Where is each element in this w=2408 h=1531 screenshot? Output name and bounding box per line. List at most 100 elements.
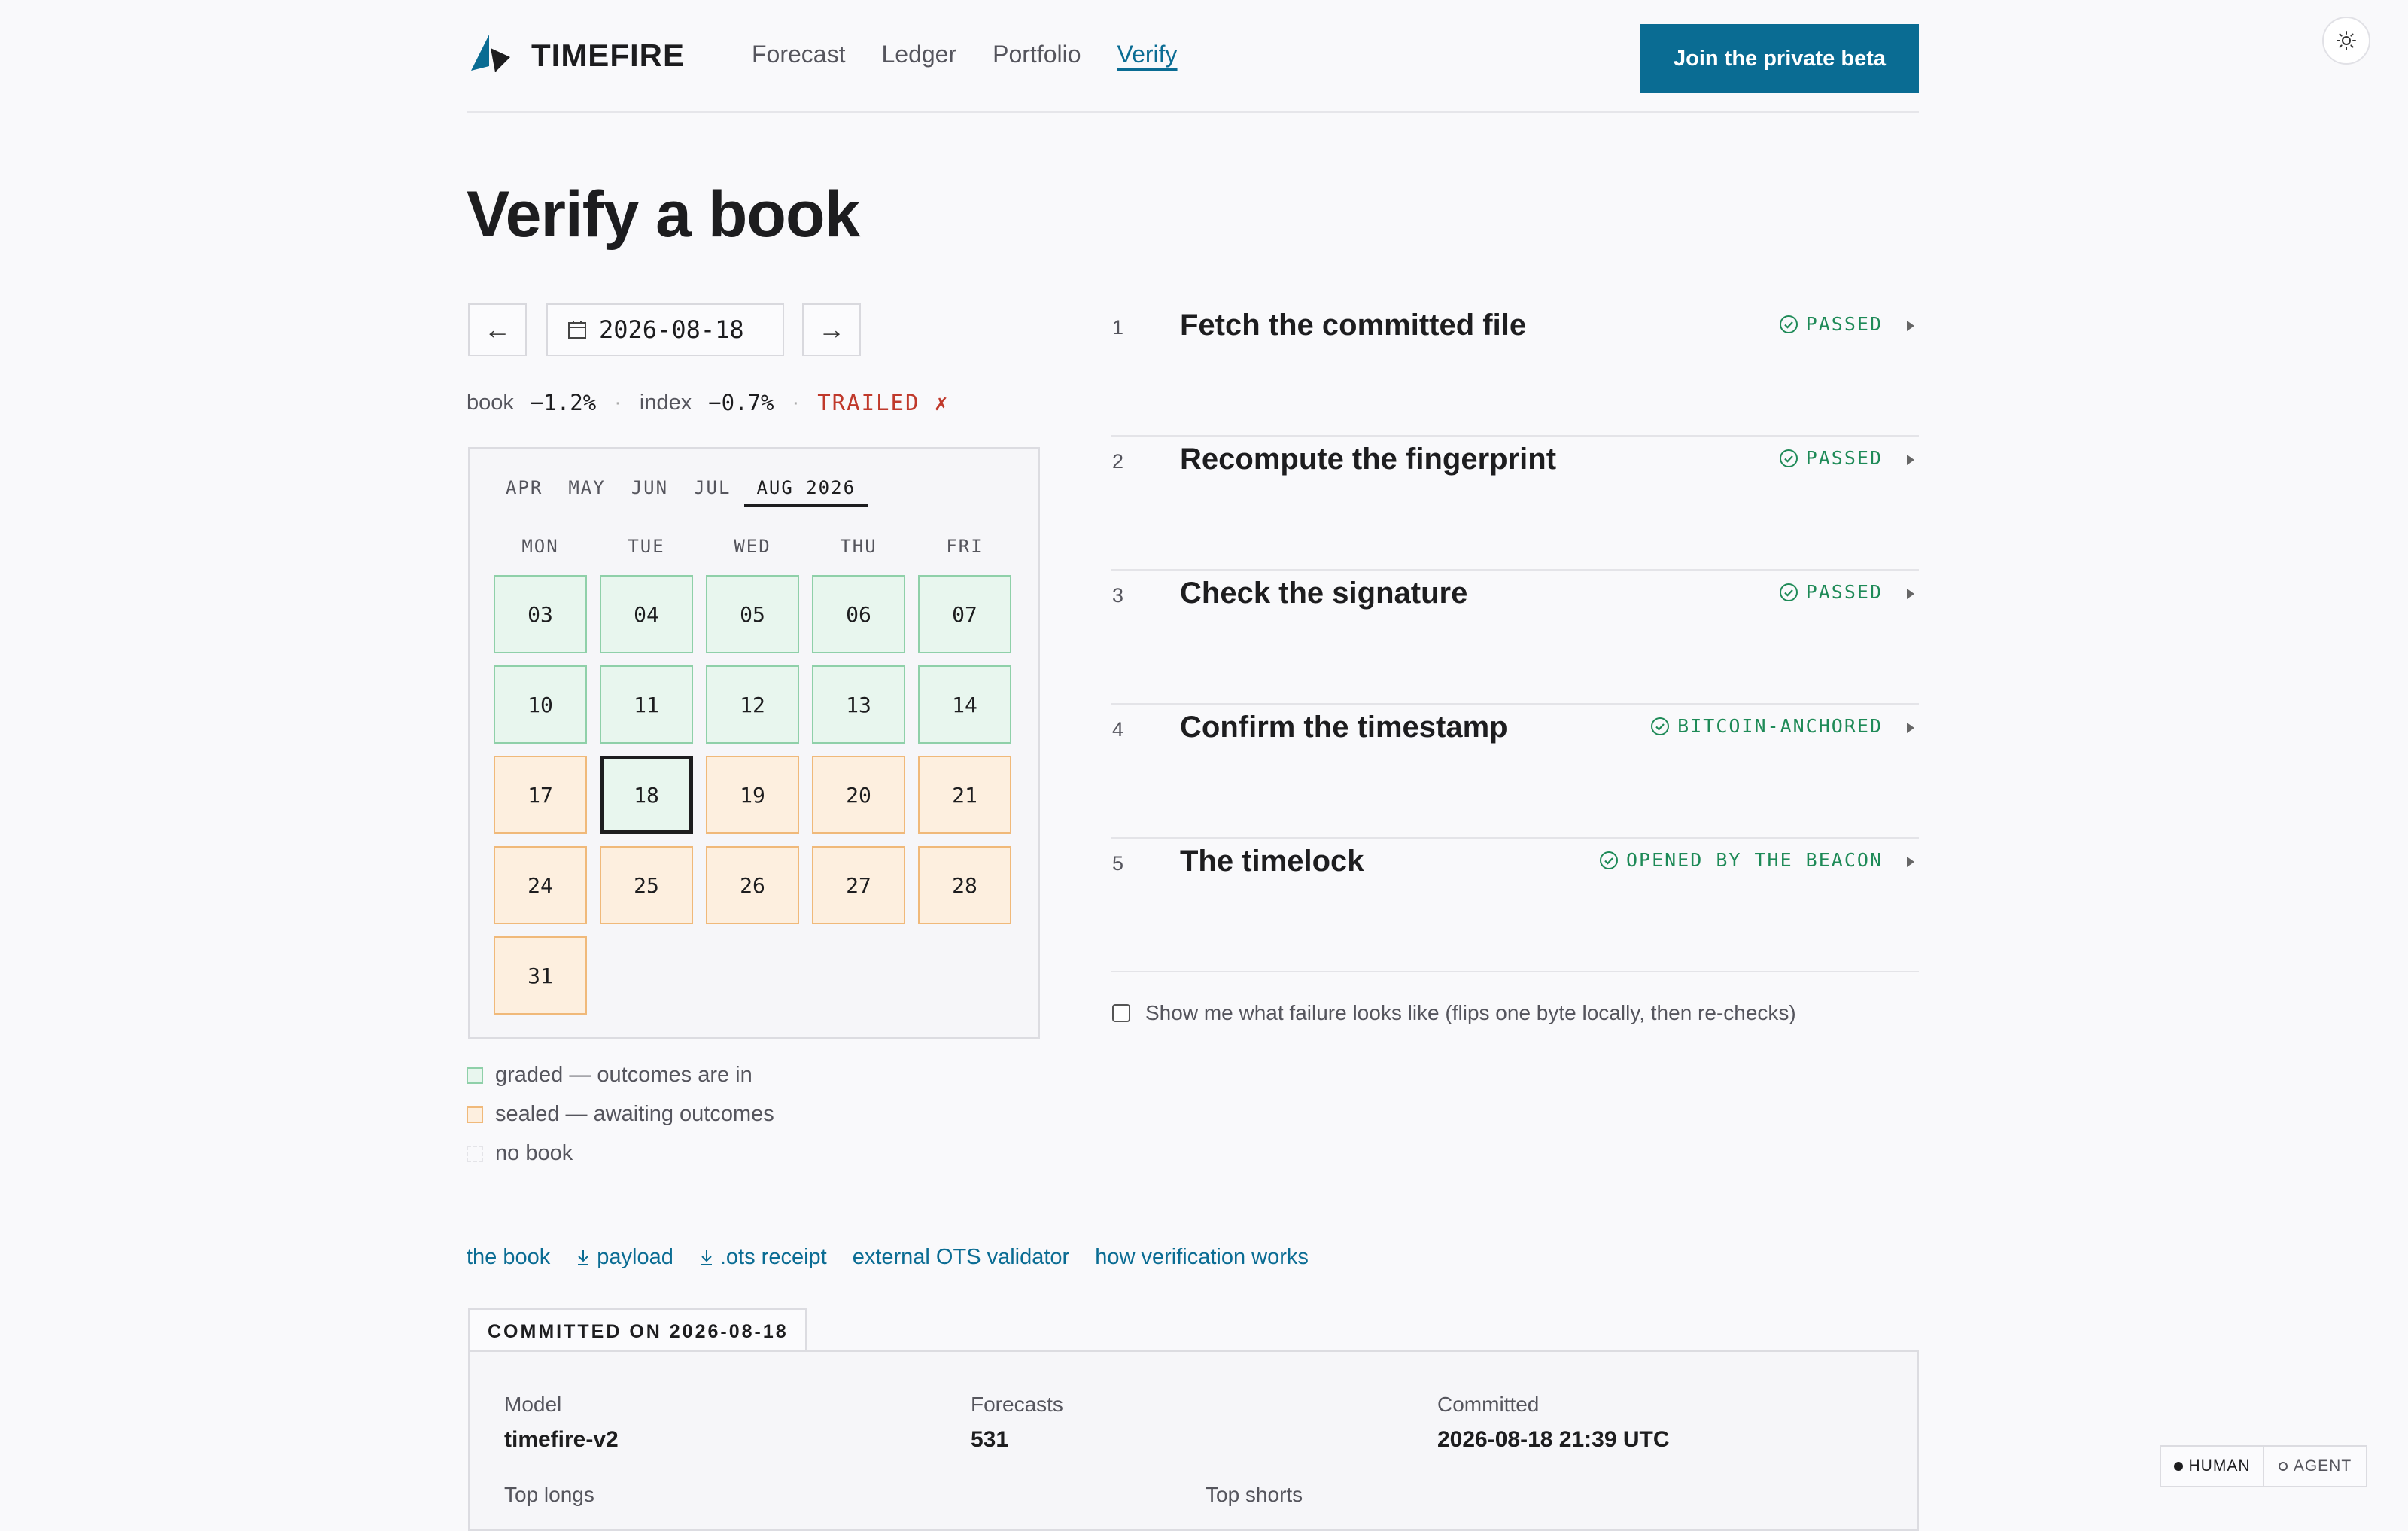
link-label: .ots receipt xyxy=(719,1245,827,1269)
calendar-day[interactable]: 14 xyxy=(918,665,1011,744)
index-label: index xyxy=(639,390,692,415)
expand-caret-icon[interactable] xyxy=(1907,857,1914,867)
calendar-day[interactable]: 03 xyxy=(494,575,587,653)
nav-verify[interactable]: Verify xyxy=(1117,41,1178,68)
link-external-validator[interactable]: external OTS validator xyxy=(853,1245,1070,1270)
step-title: Check the signature xyxy=(1180,577,1468,610)
verify-step[interactable]: 5 The timelock OPENED BY THE BEACON xyxy=(1111,839,1919,972)
step-number: 1 xyxy=(1112,316,1124,339)
calendar-day[interactable]: 11 xyxy=(600,665,693,744)
failure-demo-toggle[interactable]: Show me what failure looks like (flips o… xyxy=(1112,1001,1796,1025)
calendar-day[interactable]: 27 xyxy=(812,846,905,924)
calendar-day[interactable]: 10 xyxy=(494,665,587,744)
join-beta-button[interactable]: Join the private beta xyxy=(1640,24,1919,93)
weekday-header: THU xyxy=(840,536,877,557)
calendar-day[interactable]: 24 xyxy=(494,846,587,924)
expand-caret-icon[interactable] xyxy=(1907,455,1914,465)
sealed-swatch xyxy=(467,1106,483,1123)
forecasts-label: Forecasts xyxy=(971,1393,1063,1416)
calendar-day[interactable]: 05 xyxy=(706,575,799,653)
check-circle-icon xyxy=(1779,583,1798,601)
verify-step[interactable]: 2 Recompute the fingerprint PASSED xyxy=(1111,437,1919,571)
calendar-day[interactable]: 21 xyxy=(918,756,1011,834)
status-label: PASSED xyxy=(1805,581,1883,603)
committed-value: 2026-08-18 21:39 UTC xyxy=(1437,1427,1670,1452)
legend-label: graded — outcomes are in xyxy=(495,1063,752,1087)
index-value: −0.7% xyxy=(708,390,774,415)
committed-tab[interactable]: COMMITTED ON 2026-08-18 xyxy=(468,1308,807,1353)
theme-toggle-button[interactable] xyxy=(2322,17,2370,65)
result-badge: TRAILED ✗ xyxy=(817,390,950,415)
calendar-day[interactable]: 13 xyxy=(812,665,905,744)
calendar-day[interactable]: 20 xyxy=(812,756,905,834)
agent-mode-button[interactable]: AGENT xyxy=(2264,1447,2366,1486)
book-summary: book −1.2% · index −0.7% · TRAILED ✗ xyxy=(467,390,949,415)
nav-forecast[interactable]: Forecast xyxy=(752,41,845,68)
book-calendar: APR MAY JUN JUL AUG 2026 MON TUE WED THU FRI… xyxy=(468,447,1040,1039)
status-label: PASSED xyxy=(1805,447,1883,469)
expand-caret-icon[interactable] xyxy=(1907,321,1914,331)
expand-caret-icon[interactable] xyxy=(1907,723,1914,733)
verify-step[interactable]: 1 Fetch the committed file PASSED xyxy=(1111,303,1919,437)
link-label: payload xyxy=(597,1245,673,1269)
separator: · xyxy=(614,390,622,415)
date-value: 2026-08-18 xyxy=(599,315,744,344)
step-title: Fetch the committed file xyxy=(1180,309,1527,342)
calendar-day[interactable]: 04 xyxy=(600,575,693,653)
month-tab[interactable]: JUN xyxy=(631,477,668,507)
nav-portfolio[interactable]: Portfolio xyxy=(993,41,1081,68)
month-tab[interactable]: APR xyxy=(506,477,543,507)
weekday-header: MON xyxy=(521,536,559,557)
step-status: PASSED xyxy=(1779,581,1883,603)
step-status: BITCOIN-ANCHORED xyxy=(1650,715,1883,737)
failure-checkbox[interactable] xyxy=(1112,1004,1130,1022)
link-the-book[interactable]: the book xyxy=(467,1245,550,1270)
check-circle-icon xyxy=(1779,449,1798,467)
top-shorts-label: Top shorts xyxy=(1206,1483,1303,1506)
verify-step[interactable]: 3 Check the signature PASSED xyxy=(1111,571,1919,705)
calendar-day[interactable]: 25 xyxy=(600,846,693,924)
no-book-swatch xyxy=(467,1145,483,1162)
nav-ledger[interactable]: Ledger xyxy=(881,41,956,68)
calendar-day[interactable]: 07 xyxy=(918,575,1011,653)
month-tab[interactable]: MAY xyxy=(568,477,605,507)
verify-step[interactable]: 4 Confirm the timestamp BITCOIN-ANCHORED xyxy=(1111,705,1919,839)
link-how-verification-works[interactable]: how verification works xyxy=(1095,1245,1309,1270)
calendar-day[interactable]: 17 xyxy=(494,756,587,834)
calendar-day[interactable]: 31 xyxy=(494,936,587,1015)
date-input[interactable]: 2026-08-18 xyxy=(546,303,784,356)
link-payload[interactable]: payload xyxy=(576,1245,673,1270)
calendar-day[interactable]: 26 xyxy=(706,846,799,924)
next-date-button[interactable]: → xyxy=(802,303,861,356)
calendar-day[interactable]: 28 xyxy=(918,846,1011,924)
timefire-logo-icon[interactable] xyxy=(468,33,513,74)
month-tab-active[interactable]: AUG 2026 xyxy=(744,477,868,507)
download-icon xyxy=(578,1249,589,1265)
agent-label: AGENT xyxy=(2293,1457,2352,1475)
committed-panel: Model timefire-v2 Forecasts 531 Committe… xyxy=(468,1350,1919,1531)
step-number: 5 xyxy=(1112,852,1124,875)
calendar-icon xyxy=(568,321,586,339)
mode-toggle: HUMAN AGENT xyxy=(2160,1445,2367,1487)
brand-name[interactable]: TIMEFIRE xyxy=(531,38,685,74)
calendar-day[interactable]: 06 xyxy=(812,575,905,653)
graded-swatch xyxy=(467,1067,483,1084)
expand-caret-icon[interactable] xyxy=(1907,589,1914,599)
check-circle-icon xyxy=(1779,315,1798,333)
check-circle-icon xyxy=(1599,851,1618,869)
main-nav: Forecast Ledger Portfolio Verify xyxy=(752,41,1178,68)
calendar-day[interactable]: 19 xyxy=(706,756,799,834)
prev-date-button[interactable]: ← xyxy=(468,303,527,356)
link-label: how verification works xyxy=(1095,1245,1309,1269)
human-mode-button[interactable]: HUMAN xyxy=(2161,1447,2264,1486)
step-title: The timelock xyxy=(1180,845,1364,878)
month-tab[interactable]: JUL xyxy=(694,477,731,507)
step-number: 4 xyxy=(1112,718,1124,741)
link-ots-receipt[interactable]: .ots receipt xyxy=(699,1245,827,1270)
legend-no-book: no book xyxy=(467,1141,573,1166)
calendar-day-selected[interactable]: 18 xyxy=(600,756,693,834)
weekday-header: WED xyxy=(734,536,771,557)
active-dot-icon xyxy=(2173,1462,2183,1471)
calendar-day[interactable]: 12 xyxy=(706,665,799,744)
sun-icon xyxy=(2337,31,2356,50)
